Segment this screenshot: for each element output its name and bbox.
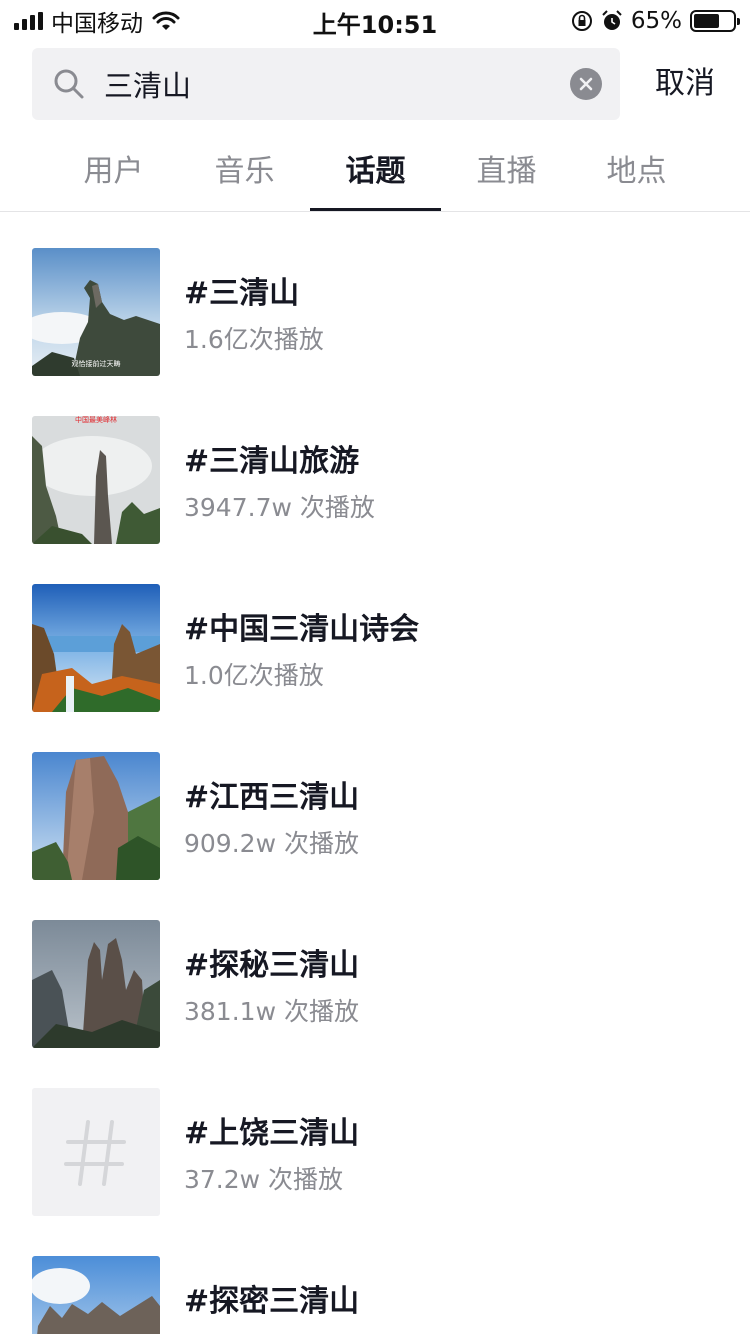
tab-places[interactable]: 地点: [571, 132, 702, 211]
topic-thumbnail: 中国最美峰林: [32, 416, 160, 544]
result-tabs: 频 用户 音乐 话题 直播 地点 商: [0, 132, 750, 212]
search-input[interactable]: [104, 60, 524, 108]
search-icon: [54, 69, 84, 99]
topic-row[interactable]: #探秘三清山 381.1w 次播放: [0, 884, 750, 1052]
status-bar: 中国移动 上午10:51 65%: [0, 0, 750, 40]
topic-row[interactable]: #上饶三清山 37.2w 次播放: [0, 1052, 750, 1220]
topic-title: #中国三清山诗会: [184, 612, 420, 647]
topic-row[interactable]: 中国最美峰林 #三清山旅游 3947.7w 次播放: [0, 380, 750, 548]
topic-row[interactable]: #江西三清山 909.2w 次播放: [0, 716, 750, 884]
tab-live[interactable]: 直播: [441, 132, 572, 211]
topic-list: 观恰接前过天畴 #三清山 1.6亿次播放 中国最美峰林 #三清山旅游 3947.…: [0, 212, 750, 1334]
search-bar[interactable]: [32, 48, 620, 120]
topic-thumbnail: [32, 1088, 160, 1216]
topic-view-count: 1.6亿次播放: [184, 325, 324, 354]
alarm-icon: [602, 10, 622, 30]
topic-title: #探密三清山: [184, 1284, 360, 1319]
status-right: 65%: [571, 6, 740, 36]
tab-products[interactable]: 商: [702, 132, 750, 211]
topic-thumbnail: 观恰接前过天畴: [32, 248, 160, 376]
topic-view-count: 381.1w 次播放: [184, 997, 359, 1026]
thumb-caption: 观恰接前过天畴: [72, 359, 121, 368]
topic-title: #江西三清山: [184, 780, 360, 815]
topic-title: #探秘三清山: [184, 948, 360, 983]
close-icon: [579, 77, 593, 91]
tab-topics[interactable]: 话题: [310, 132, 441, 211]
tab-music[interactable]: 音乐: [179, 132, 310, 211]
battery-percent: 65%: [630, 8, 682, 34]
topic-view-count: 3947.7w 次播放: [184, 493, 375, 522]
orientation-lock-icon: [571, 11, 592, 31]
topic-title: #上饶三清山: [184, 1116, 360, 1151]
topic-row[interactable]: #中国三清山诗会 1.0亿次播放: [0, 548, 750, 716]
topic-row[interactable]: #探密三清山: [0, 1220, 750, 1334]
tab-users[interactable]: 用户: [48, 132, 179, 211]
topic-view-count: 37.2w 次播放: [184, 1165, 344, 1194]
battery-fill: [694, 14, 719, 28]
topic-thumbnail: [32, 584, 160, 712]
topic-thumbnail: [32, 920, 160, 1048]
topic-row[interactable]: 观恰接前过天畴 #三清山 1.6亿次播放: [0, 212, 750, 380]
topic-view-count: 909.2w 次播放: [184, 829, 359, 858]
tab-video[interactable]: 频: [0, 132, 46, 211]
topic-title: #三清山旅游: [184, 444, 360, 479]
thumb-caption: 中国最美峰林: [75, 416, 117, 424]
cancel-button[interactable]: 取消: [640, 60, 730, 108]
topic-view-count: 1.0亿次播放: [184, 661, 324, 690]
battery-icon: [690, 10, 740, 32]
topic-title: #三清山: [184, 276, 300, 311]
topic-thumbnail: [32, 1256, 160, 1334]
clear-search-button[interactable]: [570, 68, 602, 100]
hash-placeholder-icon: [32, 1088, 160, 1216]
topic-thumbnail: [32, 752, 160, 880]
